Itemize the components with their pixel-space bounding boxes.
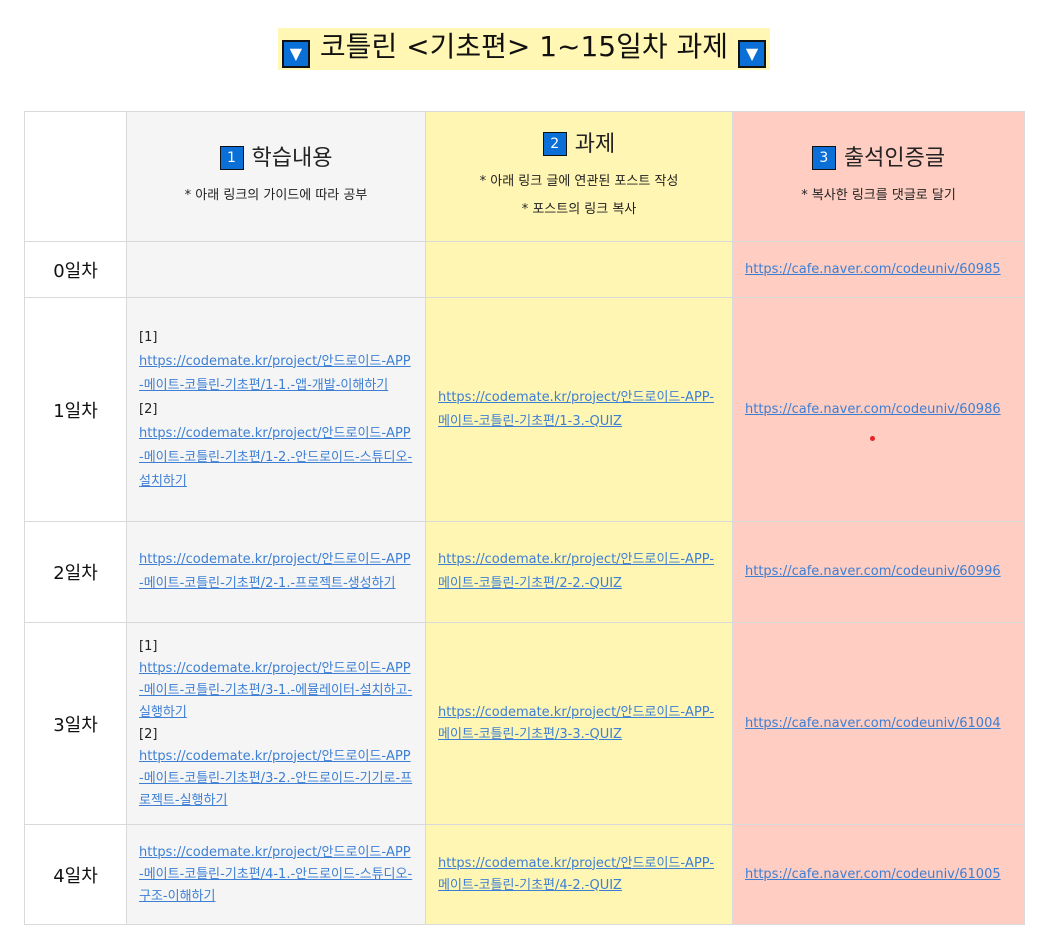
item-label: [2]	[139, 726, 158, 742]
day-label: 1일차	[24, 297, 127, 522]
header-task: 2 과제 * 아래 링크 글에 연관된 포스트 작성 * 포스트의 링크 복사	[425, 111, 733, 242]
item-label: [1]	[139, 329, 158, 345]
header-note: * 포스트의 링크 복사	[521, 201, 637, 217]
title-bar: ▼ 코틀린 <기초편> 1~15일차 과제 ▼	[0, 28, 1048, 70]
study-link[interactable]: https://codemate.kr/project/안드로이드-APP-메이…	[139, 552, 411, 591]
task-cell: https://codemate.kr/project/안드로이드-APP-메이…	[425, 297, 733, 522]
study-cell: https://codemate.kr/project/안드로이드-APP-메이…	[126, 521, 426, 623]
item-label: [1]	[139, 638, 158, 654]
table-row: 2일차 https://codemate.kr/project/안드로이드-AP…	[24, 521, 1025, 623]
attendance-link[interactable]: https://cafe.naver.com/codeuniv/60996	[745, 564, 1001, 579]
header-title: 과제	[574, 131, 616, 157]
task-link[interactable]: https://codemate.kr/project/안드로이드-APP-메이…	[438, 705, 714, 742]
header-title: 학습내용	[251, 145, 333, 171]
page-title: 코틀린 <기초편> 1~15일차 과제	[319, 30, 729, 63]
task-cell: https://codemate.kr/project/안드로이드-APP-메이…	[425, 824, 733, 925]
corner-cell	[24, 111, 127, 242]
day-label: 4일차	[24, 824, 127, 925]
task-link[interactable]: https://codemate.kr/project/안드로이드-APP-메이…	[438, 390, 714, 429]
study-cell	[126, 241, 426, 298]
attendance-link[interactable]: https://cafe.naver.com/codeuniv/60986	[745, 402, 1001, 417]
header-attendance: 3 출석인증글 * 복사한 링크를 댓글로 달기	[732, 111, 1025, 242]
header-title: 출석인증글	[843, 145, 946, 171]
day-label: 0일차	[24, 241, 127, 298]
number-badge: 2	[542, 131, 567, 156]
attendance-cell: https://cafe.naver.com/codeuniv/61004	[732, 622, 1025, 825]
task-cell: https://codemate.kr/project/안드로이드-APP-메이…	[425, 521, 733, 623]
page-title-box: ▼ 코틀린 <기초편> 1~15일차 과제 ▼	[277, 28, 771, 70]
attendance-link[interactable]: https://cafe.naver.com/codeuniv/61004	[745, 716, 1001, 731]
day-label: 2일차	[24, 521, 127, 623]
study-cell: [1] https://codemate.kr/project/안드로이드-AP…	[126, 622, 426, 825]
assignment-table: 1 학습내용 * 아래 링크의 가이드에 따라 공부 2 과제 * 아래 링크 글에…	[24, 111, 1025, 925]
down-triangle-icon: ▼	[738, 40, 767, 68]
study-cell: https://codemate.kr/project/안드로이드-APP-메이…	[126, 824, 426, 925]
study-link[interactable]: https://codemate.kr/project/안드로이드-APP-메이…	[139, 426, 412, 489]
table-row: 3일차 [1] https://codemate.kr/project/안드로이…	[24, 622, 1025, 825]
down-triangle-icon: ▼	[281, 40, 310, 68]
table-row: 1일차 [1] https://codemate.kr/project/안드로이…	[24, 297, 1025, 522]
study-link[interactable]: https://codemate.kr/project/안드로이드-APP-메이…	[139, 749, 412, 808]
number-badge: 3	[811, 145, 836, 170]
study-cell: [1] https://codemate.kr/project/안드로이드-AP…	[126, 297, 426, 522]
item-label: [2]	[139, 401, 158, 417]
number-badge: 1	[219, 145, 244, 170]
task-cell	[425, 241, 733, 298]
study-link[interactable]: https://codemate.kr/project/안드로이드-APP-메이…	[139, 354, 411, 393]
red-dot-marker	[870, 436, 875, 441]
task-cell: https://codemate.kr/project/안드로이드-APP-메이…	[425, 622, 733, 825]
header-study: 1 학습내용 * 아래 링크의 가이드에 따라 공부	[126, 111, 426, 242]
header-row: 1 학습내용 * 아래 링크의 가이드에 따라 공부 2 과제 * 아래 링크 글에…	[24, 111, 1025, 242]
attendance-cell: https://cafe.naver.com/codeuniv/60996	[732, 521, 1025, 623]
header-note: * 아래 링크 글에 연관된 포스트 작성	[479, 173, 679, 189]
attendance-link[interactable]: https://cafe.naver.com/codeuniv/61005	[745, 867, 1001, 882]
attendance-link[interactable]: https://cafe.naver.com/codeuniv/60985	[745, 262, 1001, 277]
task-link[interactable]: https://codemate.kr/project/안드로이드-APP-메이…	[438, 856, 714, 893]
attendance-cell: https://cafe.naver.com/codeuniv/61005	[732, 824, 1025, 925]
header-note: * 아래 링크의 가이드에 따라 공부	[184, 187, 368, 203]
task-link[interactable]: https://codemate.kr/project/안드로이드-APP-메이…	[438, 552, 714, 591]
table-row: 4일차 https://codemate.kr/project/안드로이드-AP…	[24, 824, 1025, 925]
header-note: * 복사한 링크를 댓글로 달기	[801, 187, 956, 203]
table-row: 0일차 https://cafe.naver.com/codeuniv/6098…	[24, 241, 1025, 298]
day-label: 3일차	[24, 622, 127, 825]
attendance-cell: https://cafe.naver.com/codeuniv/60985	[732, 241, 1025, 298]
study-link[interactable]: https://codemate.kr/project/안드로이드-APP-메이…	[139, 661, 412, 720]
attendance-cell: https://cafe.naver.com/codeuniv/60986	[732, 297, 1025, 522]
